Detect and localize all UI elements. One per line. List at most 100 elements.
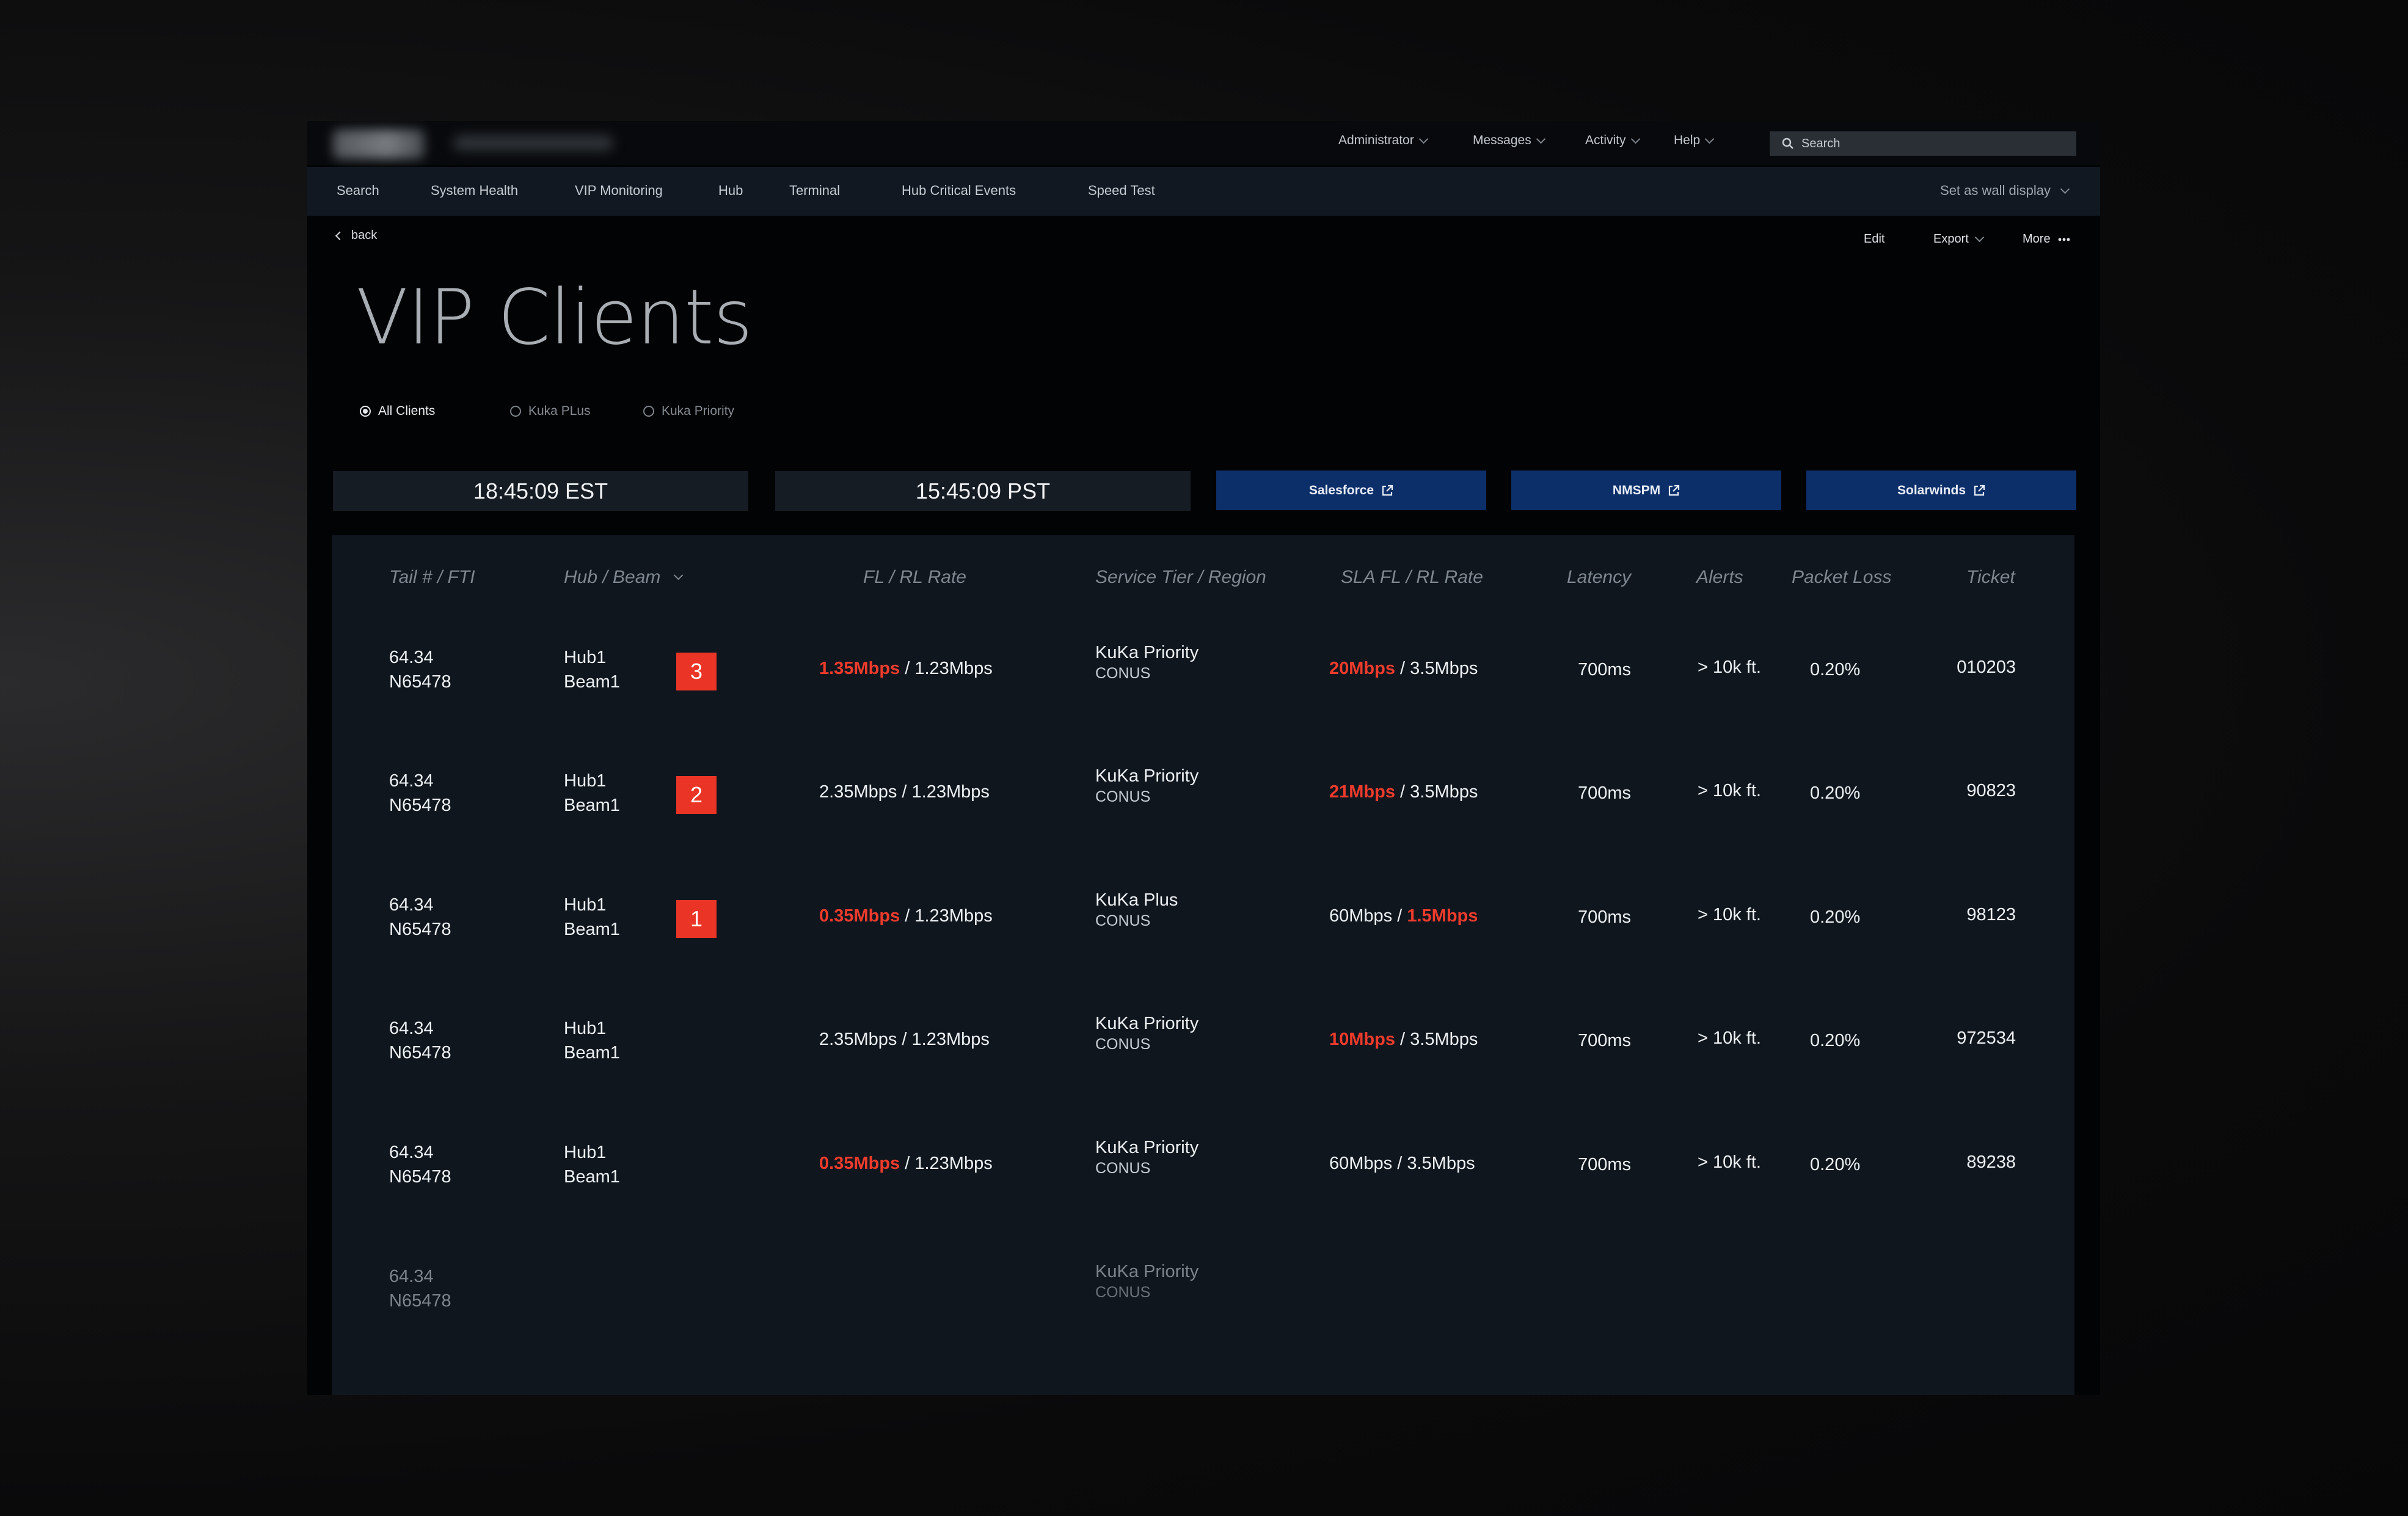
service-tier: KuKa Priority bbox=[1095, 766, 1199, 786]
tail-fti-cell[interactable]: 64.34 N65478 bbox=[389, 1140, 451, 1189]
nav-speed-test[interactable]: Speed Test bbox=[1088, 183, 1155, 199]
beam-name: Beam1 bbox=[564, 1043, 620, 1063]
service-tier-cell: KuKa Priority CONUS bbox=[1095, 643, 1199, 683]
nav-hub-critical-events[interactable]: Hub Critical Events bbox=[902, 183, 1016, 199]
tail-fti-cell[interactable]: 64.34 N65478 bbox=[389, 769, 451, 818]
clock-est: 18:45:09 EST bbox=[333, 471, 748, 511]
hub-name: Hub1 bbox=[564, 1019, 607, 1038]
alerts-cell: > 10k ft. bbox=[1698, 905, 1761, 925]
hub-beam-cell[interactable]: Hub1 Beam1 bbox=[564, 1016, 620, 1065]
sla-rl-rate: 1.5Mbps bbox=[1407, 906, 1478, 926]
tail-fti-cell[interactable]: 64.34 N65478 bbox=[389, 645, 451, 694]
hub-beam-cell[interactable]: Hub1 Beam1 bbox=[564, 769, 620, 818]
nav-vip-monitoring[interactable]: VIP Monitoring bbox=[575, 183, 663, 199]
radio-unselected-icon bbox=[510, 406, 521, 417]
nmspm-link-button[interactable]: NMSPM bbox=[1511, 471, 1781, 510]
rl-rate: / 1.23Mbps bbox=[900, 906, 993, 926]
export-button[interactable]: Export bbox=[1933, 232, 1985, 246]
service-tier: KuKa Plus bbox=[1095, 890, 1178, 910]
beam-name: Beam1 bbox=[564, 920, 620, 939]
sla-fl-rate: 20Mbps bbox=[1329, 659, 1395, 678]
col-header-alerts[interactable]: Alerts bbox=[1696, 567, 1743, 588]
radio-unselected-icon bbox=[643, 406, 654, 417]
latency-cell: 700ms bbox=[1578, 907, 1632, 927]
col-header-fl-rl[interactable]: FL / RL Rate bbox=[863, 567, 966, 588]
fti-number: N65478 bbox=[389, 920, 451, 939]
sla-rate-cell: 21Mbps / 3.5Mbps bbox=[1329, 782, 1478, 802]
ticket-cell[interactable]: 010203 bbox=[1957, 657, 2016, 678]
more-label: More bbox=[2023, 232, 2051, 246]
menu-administrator-label: Administrator bbox=[1338, 133, 1414, 147]
col-header-packet-loss[interactable]: Packet Loss bbox=[1792, 567, 1891, 588]
nav-terminal[interactable]: Terminal bbox=[789, 183, 840, 199]
col-header-service-tier[interactable]: Service Tier / Region bbox=[1095, 567, 1266, 588]
salesforce-link-button[interactable]: Salesforce bbox=[1216, 471, 1486, 510]
chevron-down-icon[interactable] bbox=[673, 570, 684, 580]
nav-system-health[interactable]: System Health bbox=[431, 183, 518, 199]
rl-rate: / 1.23Mbps bbox=[897, 782, 990, 802]
menu-help-label: Help bbox=[1674, 133, 1701, 147]
radio-selected-icon bbox=[360, 406, 371, 417]
latency-cell: 700ms bbox=[1578, 1031, 1632, 1050]
filter-kuka-plus[interactable]: Kuka PLus bbox=[510, 404, 591, 419]
ticket-cell[interactable]: 90823 bbox=[1966, 781, 2016, 801]
filter-kuka-priority[interactable]: Kuka Priority bbox=[643, 404, 734, 419]
wall-display-toggle[interactable]: Set as wall display bbox=[1940, 183, 2070, 199]
col-header-ticket[interactable]: Ticket bbox=[1966, 567, 2015, 588]
solarwinds-label: Solarwinds bbox=[1897, 483, 1966, 497]
more-button[interactable]: More bbox=[2023, 232, 2070, 246]
tail-fti-cell[interactable]: 64.34 N65478 bbox=[389, 893, 451, 942]
alert-count-badge[interactable]: 2 bbox=[676, 776, 717, 814]
region: CONUS bbox=[1095, 788, 1151, 805]
menu-help[interactable]: Help bbox=[1674, 133, 1715, 148]
alert-count-badge[interactable]: 1 bbox=[676, 900, 717, 938]
back-label: back bbox=[351, 229, 378, 242]
rl-rate: / 1.23Mbps bbox=[900, 659, 993, 678]
nmspm-label: NMSPM bbox=[1612, 483, 1661, 497]
solarwinds-link-button[interactable]: Solarwinds bbox=[1806, 471, 2076, 510]
ticket-cell[interactable]: 98123 bbox=[1966, 905, 2016, 925]
menu-administrator[interactable]: Administrator bbox=[1338, 133, 1428, 148]
col-header-hub-beam[interactable]: Hub / Beam bbox=[564, 567, 660, 588]
sla-rl-rate: / 3.5Mbps bbox=[1395, 1030, 1478, 1049]
service-tier: KuKa Priority bbox=[1095, 1138, 1199, 1157]
search-icon bbox=[1782, 137, 1793, 149]
col-header-sla[interactable]: SLA FL / RL Rate bbox=[1341, 567, 1483, 588]
fti-number: N65478 bbox=[389, 672, 451, 692]
search-input[interactable]: Search bbox=[1770, 131, 2076, 156]
hub-beam-cell[interactable]: Hub1 Beam1 bbox=[564, 645, 620, 694]
hub-beam-cell[interactable]: Hub1 Beam1 bbox=[564, 1140, 620, 1189]
main-nav: Search System Health VIP Monitoring Hub … bbox=[307, 167, 2100, 216]
ticket-cell[interactable]: 89238 bbox=[1966, 1152, 2016, 1173]
tail-number: 64.34 bbox=[389, 771, 434, 791]
tail-fti-cell[interactable]: 64.34 N65478 bbox=[389, 1264, 451, 1313]
alerts-cell: > 10k ft. bbox=[1698, 1152, 1761, 1172]
col-header-latency[interactable]: Latency bbox=[1567, 567, 1631, 588]
filter-all-clients[interactable]: All Clients bbox=[360, 404, 435, 419]
service-tier: KuKa Priority bbox=[1095, 643, 1199, 662]
back-link[interactable]: back bbox=[335, 229, 378, 243]
chevron-down-icon bbox=[1974, 232, 1985, 243]
beam-name: Beam1 bbox=[564, 672, 620, 692]
menu-messages-label: Messages bbox=[1473, 133, 1531, 147]
ticket-cell[interactable]: 972534 bbox=[1957, 1028, 2016, 1049]
menu-messages[interactable]: Messages bbox=[1473, 133, 1545, 148]
nav-search[interactable]: Search bbox=[337, 183, 379, 199]
edit-button[interactable]: Edit bbox=[1864, 232, 1884, 246]
service-tier-cell: KuKa Plus CONUS bbox=[1095, 890, 1178, 931]
packet-loss-cell: 0.20% bbox=[1810, 1155, 1861, 1174]
chevron-down-icon bbox=[1418, 134, 1428, 144]
app-window: Administrator Messages Activity Help Sea… bbox=[307, 121, 2100, 1395]
alert-count-badge[interactable]: 3 bbox=[676, 653, 717, 690]
tail-number: 64.34 bbox=[389, 1019, 434, 1038]
fl-rl-rate-cell: 2.35Mbps / 1.23Mbps bbox=[819, 782, 990, 802]
nav-hub[interactable]: Hub bbox=[718, 183, 743, 199]
sla-fl-rate: 60Mbps / bbox=[1329, 906, 1403, 926]
menu-activity[interactable]: Activity bbox=[1585, 133, 1640, 148]
hub-beam-cell[interactable]: Hub1 Beam1 bbox=[564, 893, 620, 942]
service-tier-cell: KuKa Priority CONUS bbox=[1095, 1138, 1199, 1178]
hub-name: Hub1 bbox=[564, 895, 607, 915]
col-header-tail[interactable]: Tail # / FTI bbox=[389, 567, 475, 588]
latency-cell: 700ms bbox=[1578, 1155, 1632, 1174]
tail-fti-cell[interactable]: 64.34 N65478 bbox=[389, 1016, 451, 1065]
